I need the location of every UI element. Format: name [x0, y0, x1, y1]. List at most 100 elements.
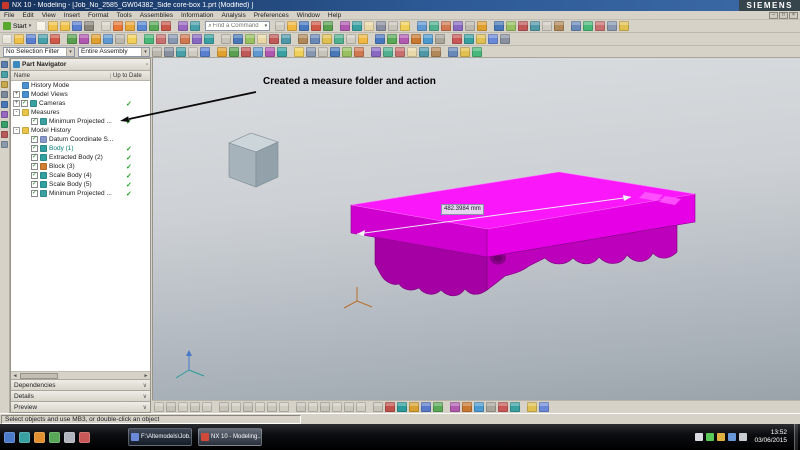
tree-item[interactable]: - Model History	[11, 126, 150, 135]
window-control-button[interactable]: ×	[789, 11, 798, 19]
tree-expander-icon[interactable]	[23, 190, 30, 197]
resource-bar-icon[interactable]	[1, 141, 8, 148]
selection-filter-dropdown[interactable]: No Selection Filter ▾	[3, 46, 75, 57]
toolbar-icon[interactable]	[127, 34, 137, 44]
toolbar-icon[interactable]	[164, 46, 174, 57]
toolbar-icon[interactable]	[358, 34, 368, 44]
toolbar-icon[interactable]	[433, 402, 443, 412]
resource-bar-icon[interactable]	[1, 111, 8, 118]
toolbar-icon[interactable]	[498, 402, 508, 412]
toolbar-icon[interactable]	[395, 46, 405, 57]
toolbar-icon[interactable]	[462, 402, 472, 412]
toolbar-icon[interactable]	[217, 46, 227, 57]
tree-item[interactable]: Minimum Projected ... ✓	[11, 117, 150, 126]
panel-pin-icon[interactable]: ▫	[146, 62, 148, 68]
toolbar-icon[interactable]	[607, 21, 618, 31]
tree-item[interactable]: Body (1) ✓	[11, 144, 150, 153]
resource-bar-icon[interactable]	[1, 91, 8, 98]
quick-launch-icon[interactable]	[19, 431, 30, 443]
menu-item[interactable]: Information	[177, 12, 218, 19]
toolbar-icon[interactable]	[323, 21, 334, 31]
tray-icon[interactable]	[728, 433, 737, 441]
toolbar-icon[interactable]	[241, 46, 251, 57]
toolbar-icon[interactable]	[84, 21, 95, 31]
tray-icon[interactable]	[717, 433, 726, 441]
column-name[interactable]: Name	[11, 72, 111, 79]
checkbox-checked-icon[interactable]	[31, 136, 38, 143]
toolbar-icon[interactable]	[168, 34, 178, 44]
toolbar-icon[interactable]	[431, 46, 441, 57]
tree-item[interactable]: Scale Body (4) ✓	[11, 171, 150, 180]
toolbar-icon[interactable]	[542, 21, 553, 31]
toolbar-icon[interactable]	[36, 21, 47, 31]
toolbar-icon[interactable]	[619, 21, 630, 31]
tree-expander-icon[interactable]	[23, 163, 30, 170]
toolbar-icon[interactable]	[387, 34, 397, 44]
tree-item[interactable]: History Mode	[11, 81, 150, 90]
toolbar-icon[interactable]	[441, 21, 452, 31]
toolbar-icon[interactable]	[334, 34, 344, 44]
tree-expander-icon[interactable]	[23, 154, 30, 161]
gray-cube-body[interactable]	[228, 132, 279, 188]
toolbar-icon[interactable]	[448, 46, 458, 57]
menu-item[interactable]: Help	[324, 12, 345, 19]
toolbar-icon[interactable]	[421, 402, 431, 412]
checkbox-checked-icon[interactable]	[31, 118, 38, 125]
tree-expander-icon[interactable]	[23, 172, 30, 179]
toolbar-icon[interactable]	[192, 34, 202, 44]
checkbox-checked-icon[interactable]	[31, 181, 38, 188]
toolbar-icon[interactable]	[72, 21, 83, 31]
tree-expander-icon[interactable]: +	[13, 100, 20, 107]
toolbar-icon[interactable]	[450, 402, 460, 412]
toolbar-icon[interactable]	[311, 21, 322, 31]
menu-item[interactable]: Assemblies	[136, 12, 177, 19]
toolbar-icon[interactable]	[281, 34, 291, 44]
toolbar-icon[interactable]	[340, 21, 351, 31]
quick-launch-icon[interactable]	[34, 431, 45, 443]
toolbar-icon[interactable]	[115, 34, 125, 44]
tree-item[interactable]: Minimum Projected ... ✓	[11, 189, 150, 198]
toolbar-icon[interactable]	[411, 34, 421, 44]
toolbar-icon[interactable]	[344, 402, 354, 412]
toolbar-icon[interactable]	[204, 34, 214, 44]
tree-expander-icon[interactable]	[13, 82, 20, 89]
toolbar-icon[interactable]	[219, 402, 229, 412]
toolbar-icon[interactable]	[476, 34, 486, 44]
menu-item[interactable]: Tools	[113, 12, 136, 19]
quick-launch-icon[interactable]	[4, 431, 15, 443]
toolbar-icon[interactable]	[91, 34, 101, 44]
toolbar-icon[interactable]	[180, 34, 190, 44]
toolbar-icon[interactable]	[50, 34, 60, 44]
checkbox-checked-icon[interactable]	[31, 163, 38, 170]
toolbar-icon[interactable]	[306, 46, 316, 57]
toolbar-icon[interactable]	[506, 21, 517, 31]
toolbar-icon[interactable]	[2, 34, 12, 44]
panel-section-header[interactable]: Dependencies ∨	[11, 379, 150, 390]
toolbar-icon[interactable]	[399, 34, 409, 44]
toolbar-icon[interactable]	[429, 21, 440, 31]
toolbar-icon[interactable]	[460, 46, 470, 57]
menu-item[interactable]: View	[38, 12, 60, 19]
toolbar-icon[interactable]	[423, 34, 433, 44]
toolbar-icon[interactable]	[500, 34, 510, 44]
tree-item[interactable]: Extracted Body (2) ✓	[11, 153, 150, 162]
menu-item[interactable]: Insert	[60, 12, 84, 19]
toolbar-icon[interactable]	[417, 21, 428, 31]
checkbox-checked-icon[interactable]	[31, 154, 38, 161]
menu-item[interactable]: Analysis	[217, 12, 249, 19]
toolbar-icon[interactable]	[178, 402, 188, 412]
tree-item[interactable]: Block (3) ✓	[11, 162, 150, 171]
tree-expander-icon[interactable]	[23, 118, 30, 125]
toolbar-icon[interactable]	[352, 21, 363, 31]
tree-expander-icon[interactable]	[23, 145, 30, 152]
toolbar-icon[interactable]	[296, 402, 306, 412]
chevron-down-icon[interactable]: ▾	[265, 23, 268, 29]
toolbar-icon[interactable]	[103, 34, 113, 44]
toolbar-icon[interactable]	[144, 34, 154, 44]
toolbar-icon[interactable]	[245, 34, 255, 44]
resource-bar-icon[interactable]	[1, 131, 8, 138]
window-control-button[interactable]: □	[779, 11, 788, 19]
tray-icon[interactable]	[706, 433, 715, 441]
toolbar-icon[interactable]	[38, 34, 48, 44]
toolbar-icon[interactable]	[257, 34, 267, 44]
